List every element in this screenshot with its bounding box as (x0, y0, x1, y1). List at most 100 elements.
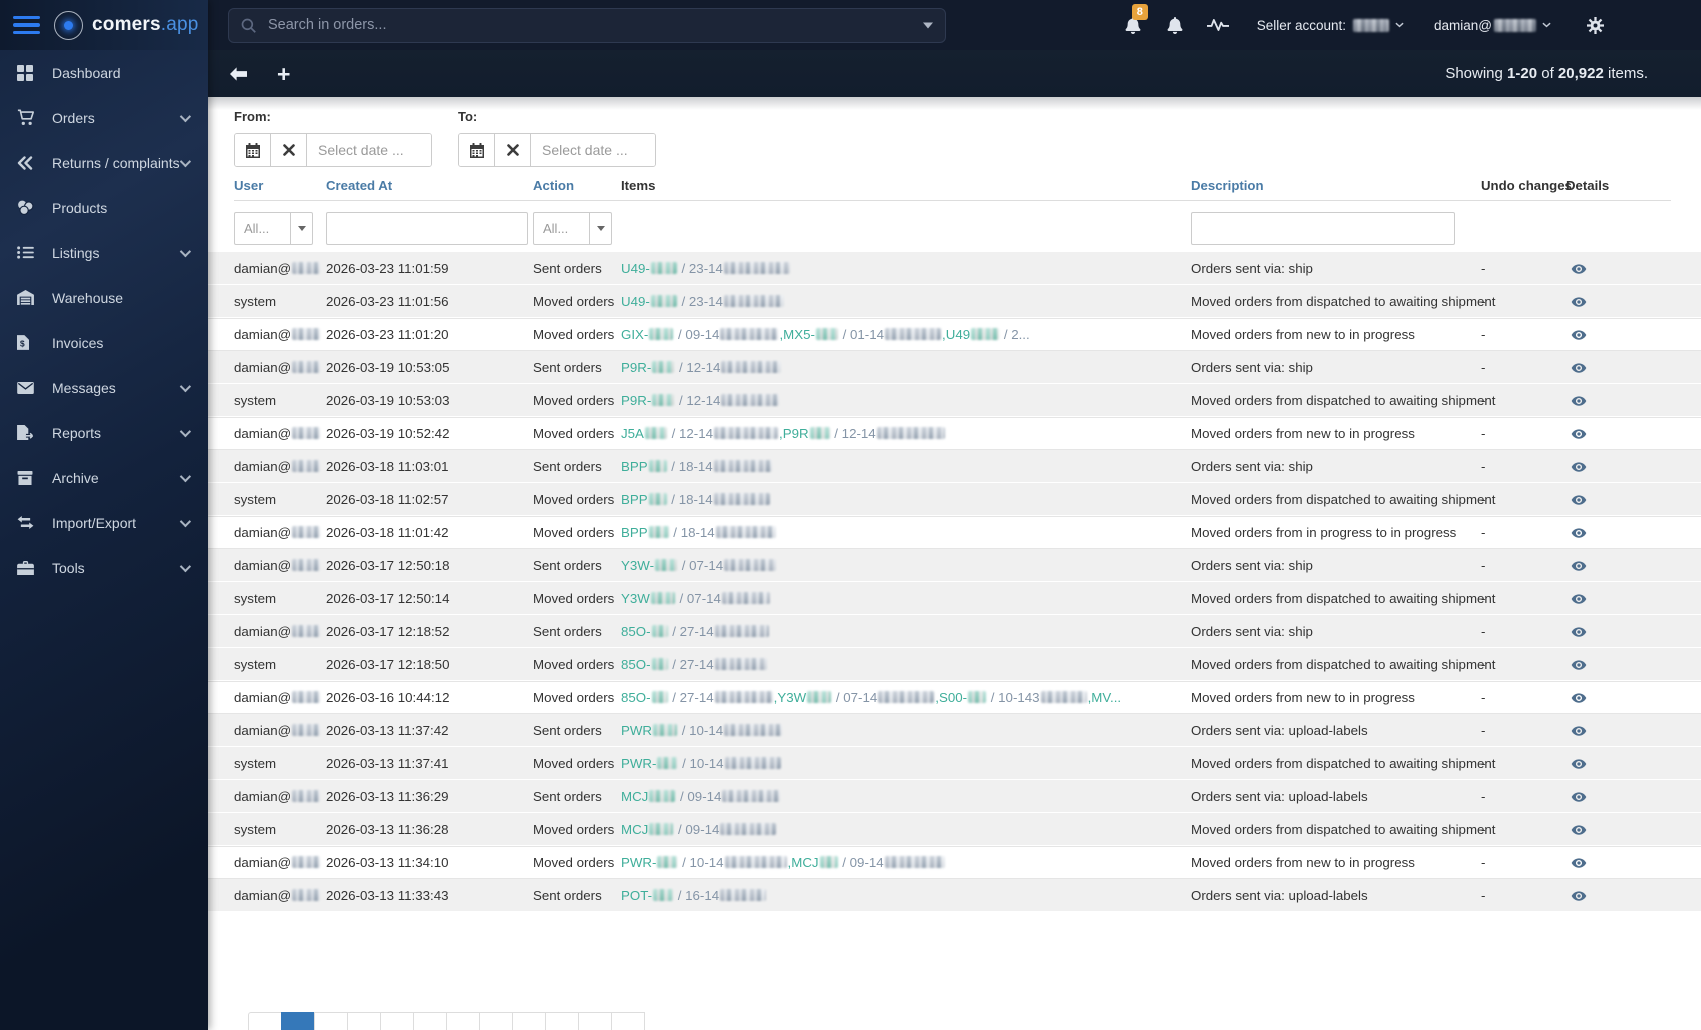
column-header-user[interactable]: User (234, 178, 326, 193)
details-eye-button[interactable] (1570, 724, 1588, 739)
details-eye-button[interactable] (1570, 658, 1588, 673)
sidebar-item-archive[interactable]: Archive (0, 455, 208, 500)
order-item-link[interactable]: U49- / 23-14 (621, 261, 791, 276)
pagination-button[interactable] (413, 1012, 447, 1030)
details-eye-button[interactable] (1570, 559, 1588, 574)
order-item-link[interactable]: MCJ / 09-14 (791, 855, 945, 870)
details-eye-button[interactable] (1570, 295, 1588, 310)
order-item-link[interactable]: PWR- / 10-14 (621, 855, 788, 870)
order-item-link[interactable]: U49 / 2... (946, 327, 1030, 342)
clear-date-icon[interactable] (271, 134, 307, 166)
details-eye-button[interactable] (1570, 262, 1588, 277)
pagination-button[interactable] (611, 1012, 645, 1030)
sidebar-item-messages[interactable]: Messages (0, 365, 208, 410)
details-eye-button[interactable] (1570, 526, 1588, 541)
order-item-link[interactable]: J5A / 12-14 (621, 426, 779, 441)
order-item-link[interactable]: P9R / 12-14 (783, 426, 946, 441)
sidebar-item-tools[interactable]: Tools (0, 545, 208, 590)
redacted-item-number (723, 262, 790, 274)
pagination-button[interactable] (479, 1012, 513, 1030)
details-eye-button[interactable] (1570, 823, 1588, 838)
user-filter-select[interactable]: All... (234, 211, 313, 245)
details-eye-button[interactable] (1570, 427, 1588, 442)
sidebar-item-listings[interactable]: Listings (0, 230, 208, 275)
seller-account-dropdown[interactable]: Seller account: (1257, 18, 1404, 33)
order-item-link[interactable]: PWR- / 10-14 (621, 756, 782, 771)
order-item-link[interactable]: BPP / 18-14 (621, 492, 771, 507)
action-filter-select[interactable]: All... (533, 211, 612, 245)
order-item-link[interactable]: Y3W- / 07-14 (621, 558, 777, 573)
calendar-icon[interactable] (459, 134, 495, 166)
order-item-link[interactable]: MV... (1091, 690, 1121, 705)
sidebar-item-invoices[interactable]: $ Invoices (0, 320, 208, 365)
details-eye-button[interactable] (1570, 790, 1588, 805)
sidebar-item-reports[interactable]: Reports (0, 410, 208, 455)
from-date-input[interactable] (307, 134, 431, 166)
details-eye-button[interactable] (1570, 361, 1588, 376)
details-eye-button[interactable] (1570, 889, 1588, 904)
details-eye-button[interactable] (1570, 460, 1588, 475)
hamburger-menu-icon[interactable] (13, 12, 40, 39)
settings-gear-icon[interactable] (1587, 16, 1604, 34)
seller-account-label: Seller account: (1256, 17, 1347, 33)
app-logo[interactable]: comers.app (54, 10, 199, 40)
order-item-link[interactable]: P9R- / 12-14 (621, 360, 782, 375)
order-item-link[interactable]: PWR / 10-14 (621, 723, 783, 738)
column-header-created-at[interactable]: Created At (326, 178, 533, 193)
details-eye-button[interactable] (1570, 493, 1588, 508)
description-filter-input[interactable] (1191, 211, 1455, 245)
cell-details (1566, 582, 1648, 615)
details-eye-button[interactable] (1570, 856, 1588, 871)
order-item-link[interactable]: MCJ / 09-14 (621, 789, 781, 804)
order-item-link[interactable]: POT- / 16-14 (621, 888, 767, 903)
order-item-link[interactable]: U49- / 23-14 (621, 294, 785, 309)
sidebar-item-products[interactable]: Products (0, 185, 208, 230)
order-item-link[interactable]: 85O- / 27-14 (621, 624, 770, 639)
pagination-button[interactable] (545, 1012, 579, 1030)
order-item-link[interactable]: BPP / 18-14 (621, 525, 777, 540)
details-eye-button[interactable] (1570, 328, 1588, 343)
to-date-input[interactable] (531, 134, 655, 166)
pagination-button[interactable] (446, 1012, 480, 1030)
sidebar-item-returns-complaints[interactable]: Returns / complaints (0, 140, 208, 185)
order-item-link[interactable]: 85O- / 27-14 (621, 657, 768, 672)
calendar-icon[interactable] (235, 134, 271, 166)
sidebar-item-warehouse[interactable]: Warehouse (0, 275, 208, 320)
alerts-bell-icon[interactable] (1167, 16, 1183, 34)
created-at-filter-input[interactable] (326, 211, 528, 245)
details-eye-button[interactable] (1570, 757, 1588, 772)
order-item-link[interactable]: MX5- / 01-14 (783, 327, 942, 342)
pagination-button[interactable] (512, 1012, 546, 1030)
order-item-link[interactable]: BPP / 18-14 (621, 459, 773, 474)
order-item-link[interactable]: Y3W / 07-14 (777, 690, 935, 705)
search-input[interactable] (268, 17, 915, 33)
clear-date-icon[interactable] (495, 134, 531, 166)
activity-pulse-icon[interactable] (1206, 18, 1229, 32)
sidebar-item-dashboard[interactable]: Dashboard (0, 50, 208, 95)
back-button[interactable] (226, 63, 251, 85)
pagination-button[interactable] (248, 1012, 282, 1030)
order-item-link[interactable]: P9R- / 12-14 (621, 393, 780, 408)
pagination-button[interactable] (314, 1012, 348, 1030)
order-item-link[interactable]: S00- / 10-143 (939, 690, 1088, 705)
add-button[interactable]: + (273, 62, 294, 86)
column-header-description[interactable]: Description (1191, 178, 1481, 193)
details-eye-button[interactable] (1570, 592, 1588, 607)
details-eye-button[interactable] (1570, 625, 1588, 640)
sidebar-item-orders[interactable]: Orders (0, 95, 208, 140)
sidebar-item-import-export[interactable]: Import/Export (0, 500, 208, 545)
column-header-action[interactable]: Action (533, 178, 621, 193)
pagination-button[interactable] (347, 1012, 381, 1030)
order-item-link[interactable]: GIX- / 09-14 (621, 327, 779, 342)
notifications-bell-icon[interactable]: 8 (1125, 3, 1148, 34)
order-item-link[interactable]: Y3W / 07-14 (621, 591, 771, 606)
search-scope-caret-icon[interactable] (923, 22, 933, 29)
details-eye-button[interactable] (1570, 394, 1588, 409)
pagination-button[interactable] (578, 1012, 612, 1030)
order-item-link[interactable]: 85O- / 27-14 (621, 690, 774, 705)
user-account-dropdown[interactable]: damian@ (1434, 18, 1551, 33)
order-item-link[interactable]: MCJ / 09-14 (621, 822, 777, 837)
pagination-button[interactable] (380, 1012, 414, 1030)
pagination-button-active[interactable] (281, 1012, 315, 1030)
details-eye-button[interactable] (1570, 691, 1588, 706)
